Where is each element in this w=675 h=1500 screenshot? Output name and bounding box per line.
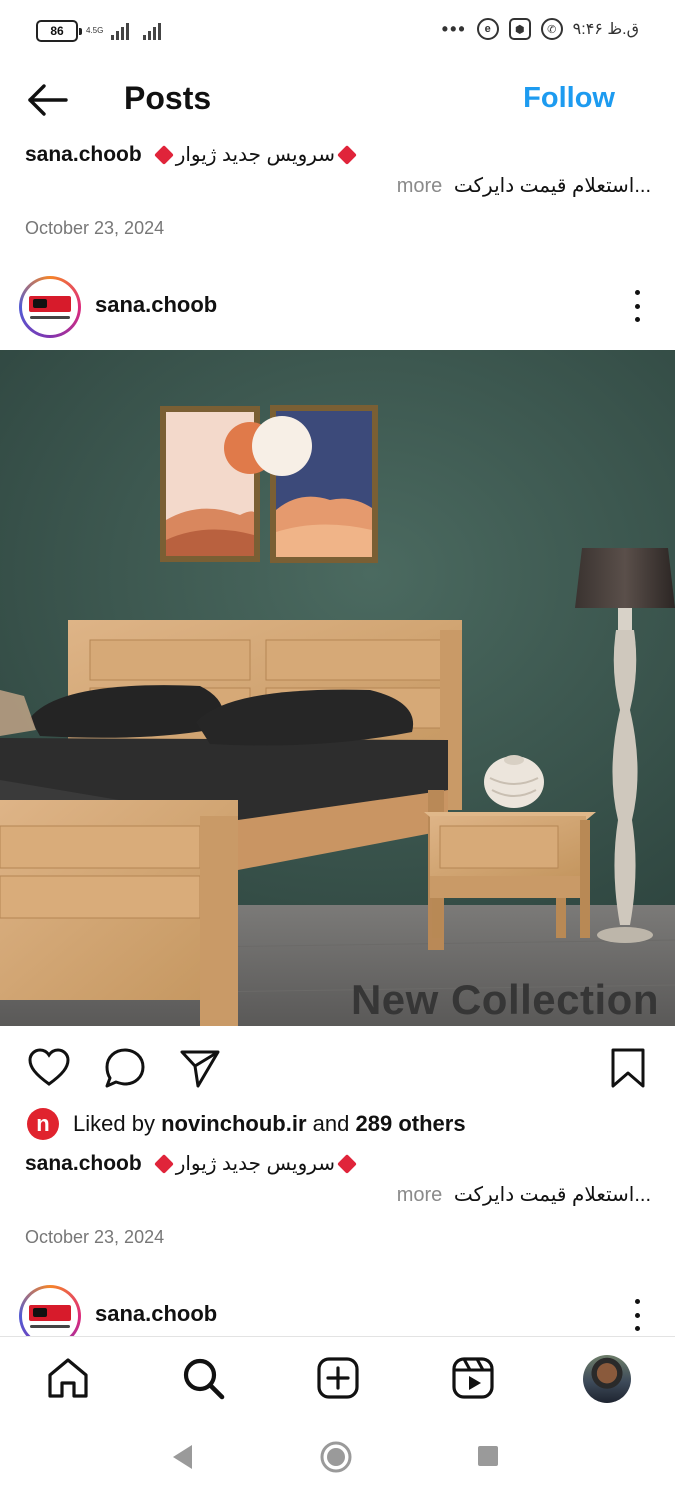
home-icon	[48, 1358, 88, 1398]
likes-summary[interactable]: n Liked by novinchoub.ir and 289 others	[27, 1108, 466, 1140]
status-right: ••• e ⬢ ✆ ۹:۴۶ ق.ظ	[442, 18, 639, 40]
system-nav	[0, 1420, 675, 1500]
bottom-nav	[0, 1336, 675, 1420]
status-time: ۹:۴۶ ق.ظ	[572, 21, 639, 38]
vpn-icon: ⬢	[508, 18, 531, 40]
caption-text-2: استعلام قیمت دایرکت...	[453, 1184, 651, 1206]
save-button[interactable]	[606, 1046, 650, 1090]
image-overlay-text: New Collection	[350, 976, 659, 1023]
search-icon	[183, 1358, 225, 1400]
status-bar: 86 4.5G ••• e ⬢ ✆ ۹:۴۶ ق.ظ	[0, 0, 675, 62]
post-date: October 23, 2024	[25, 218, 165, 238]
comment-button[interactable]	[103, 1046, 147, 1090]
liked-by-user[interactable]: novinchoub.ir	[161, 1111, 306, 1136]
nav-home[interactable]	[45, 1355, 91, 1401]
more-link[interactable]: more	[397, 1184, 443, 1206]
post-header: sana.choob	[0, 272, 675, 342]
caption-text: سرویس جدید ژیوار	[175, 1153, 336, 1175]
system-back-button[interactable]	[170, 1442, 194, 1477]
brand-logo	[22, 279, 78, 335]
system-recents-button[interactable]	[476, 1444, 500, 1473]
network-type: 4.5G	[86, 26, 104, 35]
arrow-left-icon	[28, 84, 68, 116]
whatsapp-icon: ✆	[540, 18, 563, 40]
square-recents-icon	[478, 1446, 498, 1466]
battery-level: 86	[50, 24, 64, 38]
reels-icon	[452, 1357, 494, 1399]
likes-text: Liked by novinchoub.ir and 289 others	[73, 1111, 466, 1137]
status-more: •••	[441, 18, 467, 39]
diamond-icon	[153, 144, 174, 165]
circle-home-icon	[320, 1441, 352, 1473]
status-left: 86 4.5G	[36, 20, 162, 42]
send-icon	[180, 1050, 220, 1088]
liked-by-and: and	[312, 1111, 350, 1136]
app-e-icon: e	[476, 18, 499, 40]
bookmark-icon	[611, 1048, 645, 1088]
post-date: October 23, 2024	[25, 1227, 165, 1247]
triangle-back-icon	[173, 1445, 192, 1469]
share-button[interactable]	[178, 1046, 222, 1090]
plus-square-icon	[317, 1357, 359, 1399]
bedroom-photo	[0, 350, 675, 1026]
signal-icon	[111, 22, 130, 40]
top-header: Posts Follow	[0, 62, 675, 138]
system-home-button[interactable]	[319, 1440, 353, 1479]
diamond-icon	[337, 144, 357, 165]
diamond-icon	[337, 1153, 357, 1174]
battery-icon: 86	[36, 20, 82, 42]
caption-text: سرویس جدید ژیوار	[175, 144, 336, 166]
caption-username[interactable]: sana.choob	[25, 1152, 142, 1176]
post-image[interactable]: New Collection	[0, 350, 675, 1026]
diamond-icon	[153, 1153, 174, 1174]
avatar[interactable]	[19, 276, 81, 338]
caption-text-2: استعلام قیمت دایرکت...	[453, 175, 651, 197]
post-actions	[0, 1040, 675, 1096]
more-link[interactable]: more	[397, 175, 443, 197]
more-options-button[interactable]	[629, 290, 645, 322]
painting-right	[252, 405, 378, 563]
more-options-button[interactable]	[629, 1299, 645, 1331]
nav-reels[interactable]	[450, 1355, 496, 1401]
caption-line: sana.choob سرویس جدید ژیوار	[25, 1151, 651, 1176]
caption-line-2: more استعلام قیمت دایرکت...	[25, 173, 651, 198]
caption-line: sana.choob سرویس جدید ژیوار	[25, 142, 651, 167]
liked-by-others[interactable]: 289 others	[356, 1111, 466, 1136]
liker-avatar: n	[27, 1108, 59, 1140]
comment-icon	[105, 1048, 145, 1088]
post-username[interactable]: sana.choob	[95, 292, 217, 318]
signal-icon-2	[143, 22, 162, 40]
post-caption: sana.choob سرویس جدید ژیوار more استعلام…	[25, 1151, 651, 1248]
nav-profile-avatar[interactable]	[583, 1355, 631, 1403]
kebab-icon	[634, 290, 640, 295]
back-button[interactable]	[26, 82, 70, 118]
caption-line-2: more استعلام قیمت دایرکت...	[25, 1182, 651, 1207]
like-button[interactable]	[27, 1046, 71, 1090]
liked-by-prefix: Liked by	[73, 1111, 155, 1136]
post-caption: sana.choob سرویس جدید ژیوار more استعلام…	[25, 142, 651, 239]
page-title: Posts	[124, 80, 212, 116]
kebab-icon	[634, 1299, 640, 1304]
heart-icon	[28, 1048, 70, 1086]
nav-search[interactable]	[180, 1355, 226, 1401]
nav-create[interactable]	[315, 1355, 361, 1401]
follow-button[interactable]: Follow	[523, 82, 615, 115]
caption-username[interactable]: sana.choob	[25, 143, 142, 167]
post-username[interactable]: sana.choob	[95, 1301, 217, 1327]
